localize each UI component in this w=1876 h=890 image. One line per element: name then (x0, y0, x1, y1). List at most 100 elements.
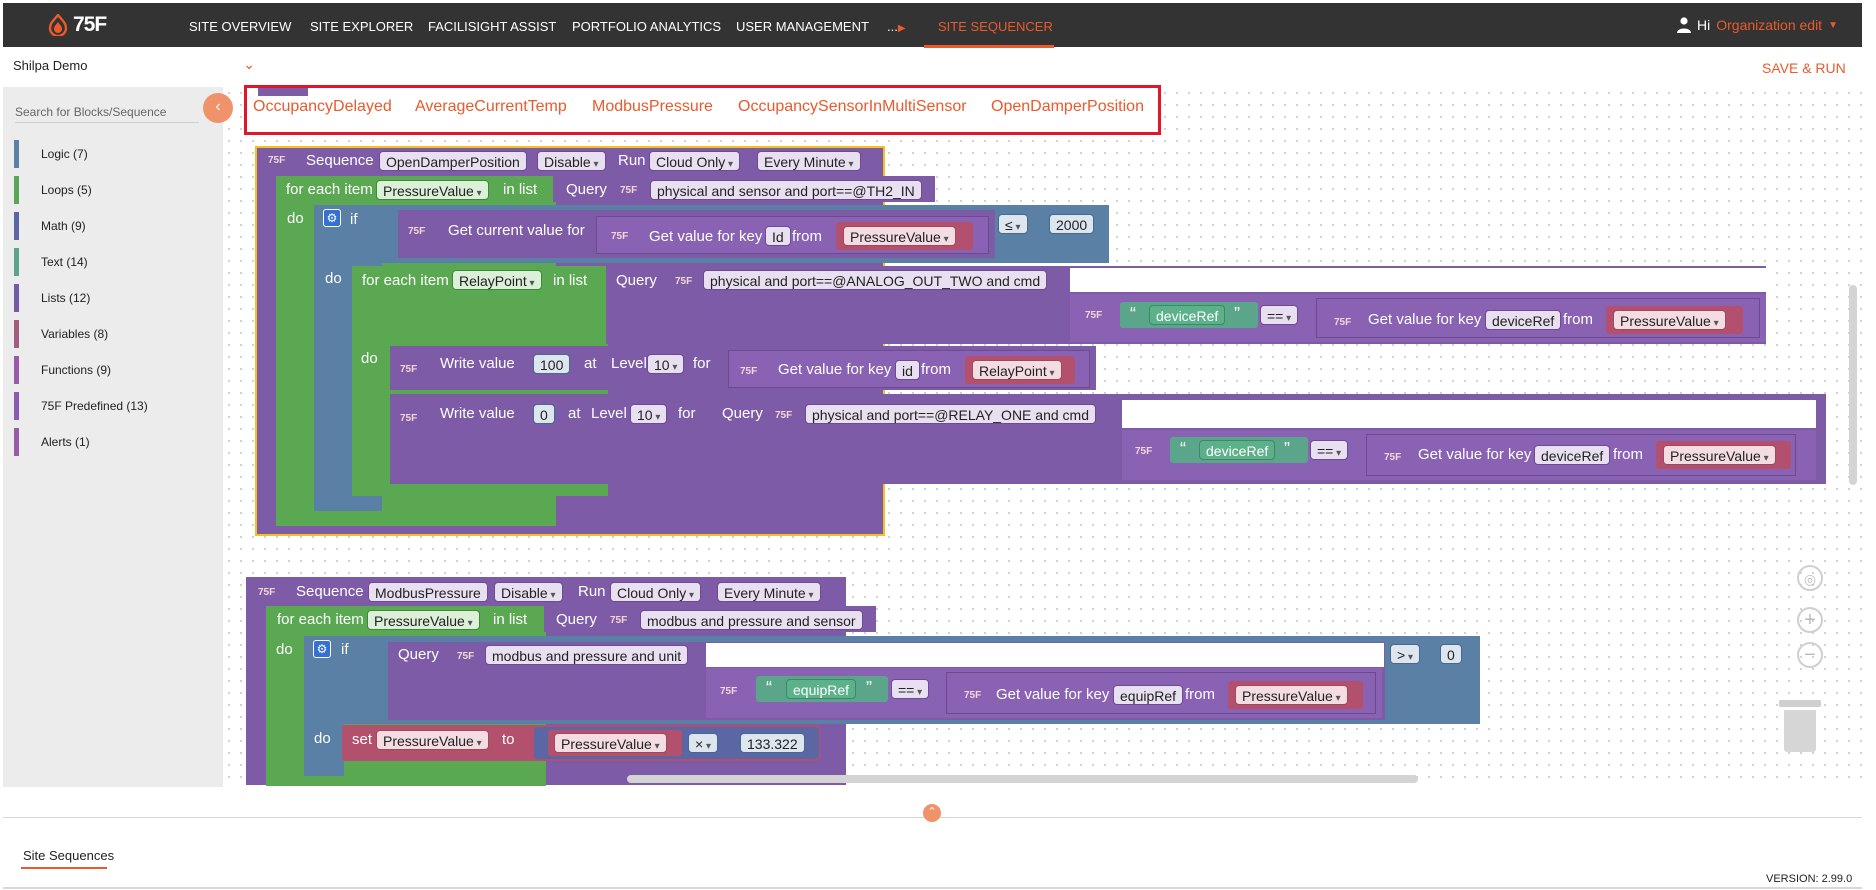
query-string[interactable]: modbus and pressure and unit (485, 645, 689, 665)
run-mode-dropdown[interactable]: Cloud Only (610, 582, 702, 602)
tag-75f: 75F (1135, 446, 1153, 457)
math-op-dropdown[interactable]: × (688, 733, 718, 753)
kw-in-list: in list (493, 611, 528, 628)
nav-site-explorer[interactable]: SITE EXPLORER (310, 19, 413, 34)
partial-block-top (258, 88, 308, 96)
sequence-name-field[interactable]: ModbusPressure (368, 582, 488, 602)
compare-op-dropdown[interactable]: ≤ (998, 214, 1028, 234)
nav-more[interactable]: ...▶ (887, 19, 906, 34)
recenter-button[interactable]: ◎ (1797, 565, 1823, 591)
level-dropdown[interactable]: 10 (647, 354, 685, 374)
equals-op-dropdown[interactable]: == (1310, 440, 1349, 460)
nav-user-management[interactable]: USER MANAGEMENT (736, 19, 869, 34)
search-blocks-input[interactable] (15, 101, 199, 123)
nav-site-sequencer[interactable]: SITE SEQUENCER (938, 19, 1053, 34)
expand-bottom-panel-button[interactable]: ⌃ (923, 804, 941, 822)
brand-logo[interactable]: 75F (47, 12, 107, 38)
sequence-tab-occupancy-delayed[interactable]: OccupancyDelayed (253, 98, 392, 116)
string-field[interactable]: equipRef (786, 679, 857, 699)
sequence-name-field[interactable]: OpenDamperPosition (379, 151, 527, 171)
nav-site-overview[interactable]: SITE OVERVIEW (189, 19, 291, 34)
foreach-var-dropdown[interactable]: PressureValue (367, 610, 480, 630)
category-lists[interactable]: Lists (12) (14, 284, 214, 312)
query-string[interactable]: modbus and pressure and sensor (640, 610, 863, 630)
string-field[interactable]: deviceRef (1149, 305, 1226, 325)
kw-write-value: Write value (440, 405, 515, 422)
variable-dropdown[interactable]: PressureValue (1613, 310, 1726, 330)
zoom-in-button[interactable]: + (1797, 607, 1823, 633)
block-palette-sidebar: Logic (7) Loops (5) Math (9) Text (14) L… (3, 87, 223, 787)
kw-do: do (361, 350, 378, 367)
vertical-scrollbar[interactable] (1849, 285, 1857, 485)
sequence-tab-open-damper-position[interactable]: OpenDamperPosition (991, 98, 1144, 116)
horizontal-scrollbar[interactable] (627, 775, 1418, 783)
key-field-id[interactable]: id (895, 360, 920, 380)
tab-site-sequences[interactable]: Site Sequences (23, 848, 114, 863)
key-field-id[interactable]: Id (765, 226, 791, 246)
level-dropdown[interactable]: 10 (630, 404, 668, 424)
variable-dropdown[interactable]: PressureValue (843, 226, 956, 246)
nav-facilisight-assist[interactable]: FACILISIGHT ASSIST (428, 19, 556, 34)
query-block-gap (1070, 268, 1766, 292)
kw-in-list: in list (553, 272, 588, 289)
site-select[interactable]: Shilpa Demo ⌄ (13, 56, 255, 78)
compare-op-dropdown[interactable]: > (1390, 644, 1420, 664)
kw-for: for (678, 405, 696, 422)
tag-75f: 75F (258, 587, 276, 598)
sequence-state-dropdown[interactable]: Disable (537, 151, 606, 171)
category-math[interactable]: Math (9) (14, 212, 214, 240)
caret-right-icon: ▶ (897, 23, 906, 34)
equals-op-dropdown[interactable]: == (1260, 305, 1299, 325)
query-string[interactable]: physical and port==@RELAY_ONE and cmd (805, 404, 1096, 424)
equals-op-dropdown[interactable]: == (891, 679, 930, 699)
number-field[interactable]: 0 (1440, 644, 1462, 664)
frequency-dropdown[interactable]: Every Minute (757, 151, 861, 171)
foreach-var-dropdown[interactable]: RelayPoint (452, 270, 542, 290)
key-field[interactable]: equipRef (1113, 685, 1184, 705)
variable-dropdown[interactable]: PressureValue (1235, 685, 1348, 705)
frequency-dropdown[interactable]: Every Minute (717, 582, 821, 602)
collapse-sidebar-button[interactable]: ‹ (203, 93, 233, 123)
query-string[interactable]: physical and sensor and port==@TH2_IN (650, 180, 922, 200)
zoom-out-button[interactable]: − (1797, 642, 1823, 668)
foreach-var-dropdown[interactable]: PressureValue (376, 180, 489, 200)
category-alerts[interactable]: Alerts (1) (14, 428, 214, 456)
sequence-tab-modbus-pressure[interactable]: ModbusPressure (592, 98, 713, 116)
gear-icon[interactable]: ⚙ (323, 209, 341, 227)
key-field[interactable]: deviceRef (1534, 445, 1611, 465)
tag-75f: 75F (457, 651, 475, 662)
number-field[interactable]: 100 (533, 354, 571, 374)
category-75f-predefined[interactable]: 75F Predefined (13) (14, 392, 214, 420)
sequence-tab-occupancy-sensor-multi[interactable]: OccupancySensorInMultiSensor (738, 98, 967, 116)
user-menu[interactable]: Hi Organization edit ▼ (1677, 17, 1838, 33)
kw-query: Query (398, 646, 439, 663)
variable-dropdown[interactable]: PressureValue (554, 733, 667, 753)
category-logic[interactable]: Logic (7) (14, 140, 214, 168)
category-functions[interactable]: Functions (9) (14, 356, 214, 384)
sequence-state-dropdown[interactable]: Disable (494, 582, 563, 602)
variable-dropdown[interactable]: RelayPoint (972, 360, 1062, 380)
quote-open-icon: “ (1130, 304, 1136, 324)
kw-for-each: for each item (286, 181, 373, 198)
key-field[interactable]: deviceRef (1485, 310, 1562, 330)
nav-portfolio-analytics[interactable]: PORTFOLIO ANALYTICS (572, 19, 721, 34)
string-field[interactable]: deviceRef (1199, 440, 1276, 460)
query-string[interactable]: physical and port==@ANALOG_OUT_TWO and c… (703, 270, 1048, 290)
category-loops[interactable]: Loops (5) (14, 176, 214, 204)
run-mode-dropdown[interactable]: Cloud Only (649, 151, 741, 171)
gear-icon[interactable]: ⚙ (313, 640, 331, 658)
category-text[interactable]: Text (14) (14, 248, 214, 276)
category-variables[interactable]: Variables (8) (14, 320, 214, 348)
target-icon: ◎ (1803, 571, 1817, 587)
variable-dropdown[interactable]: PressureValue (1663, 445, 1776, 465)
number-field[interactable]: 2000 (1049, 214, 1095, 234)
number-field[interactable]: 0 (533, 404, 555, 424)
number-field[interactable]: 133.322 (740, 733, 805, 753)
category-color-bar (14, 248, 19, 276)
organization-edit-link[interactable]: Organization edit (1716, 17, 1822, 33)
kw-for-each: for each item (362, 272, 449, 289)
variable-dropdown[interactable]: PressureValue (376, 730, 489, 750)
sequence-tab-average-current-temp[interactable]: AverageCurrentTemp (415, 98, 567, 116)
trash-icon[interactable] (1779, 700, 1821, 752)
save-run-button[interactable]: SAVE & RUN (1762, 60, 1846, 76)
